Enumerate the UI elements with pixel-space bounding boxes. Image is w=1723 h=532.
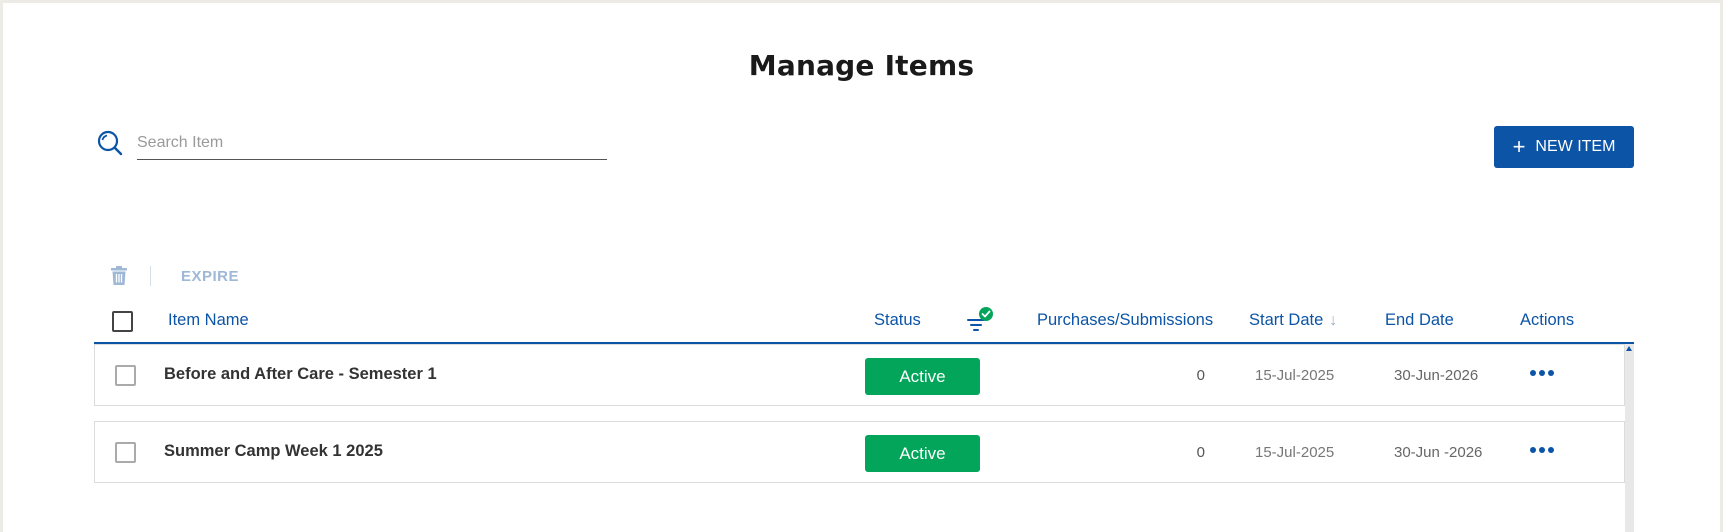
manage-items-page: Manage Items + NEW ITEM EXPIRE Item Name… — [3, 3, 1720, 532]
column-header-status[interactable]: Status — [874, 311, 921, 330]
table-scrollbar[interactable] — [1625, 344, 1634, 532]
filter-icon[interactable] — [962, 305, 996, 335]
more-horizontal-icon[interactable] — [1529, 361, 1555, 385]
new-item-label: NEW ITEM — [1535, 138, 1616, 155]
table-row[interactable]: Summer Camp Week 1 2025 Active 0 15-Jul-… — [94, 421, 1625, 483]
start-date: 15-Jul-2025 — [1255, 367, 1335, 384]
start-date-label: Start Date — [1249, 311, 1324, 329]
table-row[interactable]: Before and After Care - Semester 1 Activ… — [94, 344, 1625, 406]
expire-button[interactable]: EXPIRE — [181, 268, 239, 285]
status-badge: Active — [865, 435, 980, 472]
column-header-item-name[interactable]: Item Name — [168, 311, 249, 330]
scroll-up-icon[interactable] — [1626, 346, 1632, 351]
plus-icon: + — [1512, 134, 1526, 159]
items-table-body: Before and After Care - Semester 1 Activ… — [94, 344, 1634, 532]
row-checkbox[interactable] — [115, 442, 136, 463]
bulk-divider — [150, 266, 151, 286]
column-header-actions: Actions — [1520, 311, 1575, 329]
column-header-purchases[interactable]: Purchases/Submissions — [1037, 311, 1213, 330]
column-header-end-date[interactable]: End Date — [1385, 311, 1454, 330]
table-header: Item Name Status Purchases/Submissions S… — [94, 303, 1634, 344]
start-date: 15-Jul-2025 — [1255, 444, 1335, 461]
item-name[interactable]: Before and After Care - Semester 1 — [164, 365, 437, 384]
column-header-start-date[interactable]: Start Date ↓ — [1249, 311, 1337, 330]
trash-icon[interactable] — [110, 266, 128, 286]
new-item-button[interactable]: + NEW ITEM — [1494, 126, 1634, 168]
status-badge: Active — [865, 358, 980, 395]
bulk-actions-bar: EXPIRE — [110, 261, 239, 291]
page-title: Manage Items — [748, 49, 975, 82]
arrow-down-icon[interactable]: ↓ — [1329, 312, 1337, 330]
end-date: 30-Jun -2026 — [1394, 444, 1483, 461]
search-icon[interactable] — [96, 129, 124, 157]
more-horizontal-icon[interactable] — [1529, 438, 1555, 462]
end-date: 30-Jun-2026 — [1394, 367, 1479, 384]
purchases-count: 0 — [1196, 367, 1205, 384]
select-all-checkbox[interactable] — [112, 311, 133, 332]
purchases-count: 0 — [1196, 444, 1205, 461]
search-input[interactable] — [137, 127, 607, 160]
item-name[interactable]: Summer Camp Week 1 2025 — [164, 442, 383, 461]
row-checkbox[interactable] — [115, 365, 136, 386]
